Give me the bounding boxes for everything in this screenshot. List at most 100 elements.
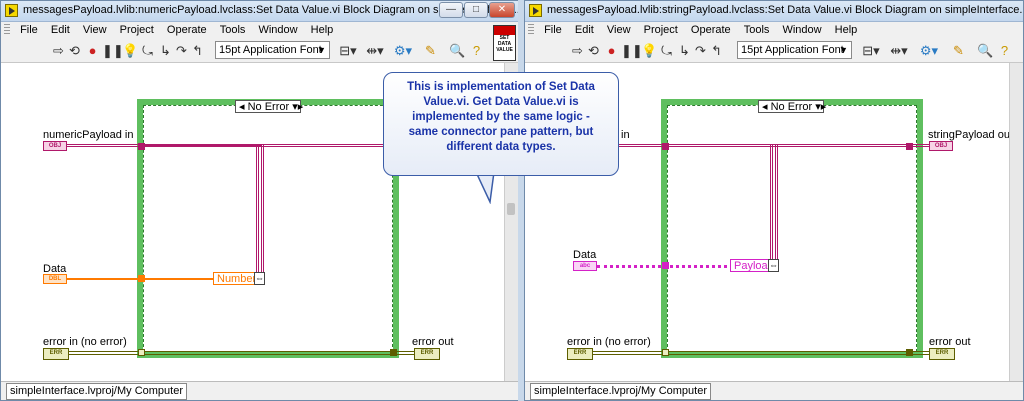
labview-app-icon [5, 4, 18, 17]
menu-tools[interactable]: Tools [739, 22, 775, 38]
run-arrow-icon[interactable]: ⇨ [570, 43, 585, 58]
maximize-button[interactable]: □ [464, 2, 488, 18]
right-menu-bar: File Edit View Project Operate Tools Win… [525, 22, 1023, 40]
step-over-icon[interactable]: ↷ [693, 43, 708, 58]
right-title-bar[interactable]: messagesPayload.lvlib:stringPayload.lvcl… [525, 1, 1023, 22]
error-out-terminal[interactable]: ERR [929, 348, 955, 360]
pause-icon[interactable]: ❚❚ [102, 43, 124, 58]
align-objects-icon[interactable]: ⊟▾ [338, 43, 358, 58]
pause-icon[interactable]: ❚❚ [621, 43, 643, 58]
menu-edit[interactable]: Edit [570, 22, 599, 38]
menu-edit[interactable]: Edit [46, 22, 75, 38]
string-payload-out-terminal[interactable]: OBJ [929, 141, 953, 151]
numeric-payload-in-label: numericPayload in [43, 129, 134, 141]
case-structure[interactable] [661, 99, 923, 358]
project-context-label: simpleInterface.lvproj/My Computer [6, 383, 188, 400]
class-wire-branch-vertical-2 [261, 144, 264, 277]
error-output-tunnel [906, 349, 913, 356]
left-title-bar[interactable]: messagesPayload.lvlib:numericPayload.lvc… [1, 1, 518, 22]
run-arrow-icon[interactable]: ⇨ [51, 43, 66, 58]
case-structure[interactable] [137, 99, 399, 358]
font-selector[interactable]: 15pt Application Font ▼ [737, 41, 852, 59]
case-selector[interactable]: ◂ No Error ▾▸ [235, 100, 303, 113]
case-selector-left-arrow[interactable]: ◂ [239, 101, 245, 113]
step-into-icon[interactable]: ↳ [158, 43, 173, 58]
run-continuously-icon[interactable]: ⟲ [586, 43, 601, 58]
numeric-payload-in-terminal[interactable]: OBJ [43, 141, 67, 151]
font-selector-value: 15pt Application Font [219, 44, 322, 56]
highlight-execution-icon[interactable]: 💡 [122, 43, 138, 58]
context-help-icon[interactable]: ? [997, 43, 1012, 58]
distribute-objects-icon[interactable]: ⇹▾ [889, 43, 909, 58]
menu-project[interactable]: Project [115, 22, 159, 38]
abort-icon[interactable]: ● [604, 43, 619, 58]
step-into-icon[interactable]: ↳ [677, 43, 692, 58]
context-help-icon[interactable]: ? [469, 43, 484, 58]
minimize-button[interactable]: — [439, 2, 463, 18]
vi-icon-text: SET DATA VALUE [496, 35, 513, 53]
menu-help[interactable]: Help [306, 22, 339, 38]
font-selector[interactable]: 15pt Application Font ▼ [215, 41, 330, 59]
menu-file[interactable]: File [15, 22, 43, 38]
distribute-objects-icon[interactable]: ⇹▾ [365, 43, 385, 58]
menu-project[interactable]: Project [639, 22, 683, 38]
error-in-label: error in (no error) [43, 336, 127, 348]
highlight-execution-icon[interactable]: 💡 [641, 43, 657, 58]
case-selector-dropdown-arrow[interactable]: ▾▸ [292, 101, 303, 113]
menu-window[interactable]: Window [777, 22, 826, 38]
error-output-tunnel [390, 349, 397, 356]
menu-operate[interactable]: Operate [162, 22, 212, 38]
left-block-diagram-window: messagesPayload.lvlib:numericPayload.lvc… [0, 0, 519, 401]
case-selector[interactable]: ◂ No Error ▾▸ [758, 100, 826, 113]
clean-up-diagram-icon[interactable]: ✎ [951, 43, 966, 58]
reorder-icon[interactable]: ⚙▾ [393, 43, 413, 58]
retain-wire-values-icon[interactable]: ⤿ [140, 43, 155, 58]
clean-up-diagram-icon[interactable]: ✎ [423, 43, 438, 58]
menu-window[interactable]: Window [253, 22, 302, 38]
numeric-input-tunnel [138, 275, 145, 282]
error-in-terminal[interactable]: ERR [43, 348, 69, 360]
menu-view[interactable]: View [602, 22, 636, 38]
menu-operate[interactable]: Operate [686, 22, 736, 38]
string-input-tunnel [662, 262, 669, 269]
data-terminal[interactable]: abc [573, 261, 597, 271]
data-label: Data [573, 249, 597, 261]
class-input-tunnel [138, 143, 145, 150]
chevron-down-icon: ▼ [317, 45, 326, 55]
menu-view[interactable]: View [78, 22, 112, 38]
case-selector-dropdown-arrow[interactable]: ▾▸ [815, 101, 826, 113]
error-out-terminal[interactable]: ERR [414, 348, 440, 360]
step-over-icon[interactable]: ↷ [174, 43, 189, 58]
reorder-icon[interactable]: ⚙▾ [919, 43, 939, 58]
error-in-terminal[interactable]: ERR [567, 348, 593, 360]
abort-icon[interactable]: ● [85, 43, 100, 58]
annotation-callout: This is implementation of Set Data Value… [383, 72, 619, 176]
step-out-icon[interactable]: ↰ [190, 43, 205, 58]
right-vertical-scrollbar[interactable] [1009, 63, 1023, 382]
menu-file[interactable]: File [539, 22, 567, 38]
search-icon[interactable]: 🔍 [977, 43, 993, 58]
left-menu-bar: File Edit View Project Operate Tools Win… [1, 22, 518, 40]
callout-text: This is implementation of Set Data Value… [407, 81, 595, 153]
menu-tools[interactable]: Tools [215, 22, 251, 38]
callout-tail [475, 172, 495, 204]
left-status-bar: simpleInterface.lvproj/My Computer [1, 381, 518, 400]
step-out-icon[interactable]: ↰ [709, 43, 724, 58]
right-window-title: messagesPayload.lvlib:stringPayload.lvcl… [547, 4, 1024, 16]
case-selector-left-arrow[interactable]: ◂ [762, 101, 768, 113]
scrollbar-thumb[interactable] [507, 203, 515, 215]
retain-wire-values-icon[interactable]: ⤿ [659, 43, 674, 58]
bundle-by-name-node[interactable]: ⇔ [768, 259, 779, 272]
right-status-bar: simpleInterface.lvproj/My Computer [525, 381, 1023, 400]
align-objects-icon[interactable]: ⊟▾ [861, 43, 881, 58]
run-continuously-icon[interactable]: ⟲ [67, 43, 82, 58]
search-icon[interactable]: 🔍 [449, 43, 465, 58]
right-toolbar: ⇨ ⟲ ● ❚❚ 💡 ⤿ ↳ ↷ ↰ 15pt Application Font… [525, 40, 1023, 63]
string-payload-out-label: stringPayload out [928, 129, 1013, 141]
menu-help[interactable]: Help [830, 22, 863, 38]
error-out-label: error out [929, 336, 971, 348]
close-button[interactable]: ✕ [489, 2, 515, 18]
class-wire-branch-vertical-2 [775, 144, 778, 262]
data-terminal[interactable]: DBL [43, 274, 67, 284]
bundle-by-name-node[interactable]: ⇔ [254, 272, 265, 285]
